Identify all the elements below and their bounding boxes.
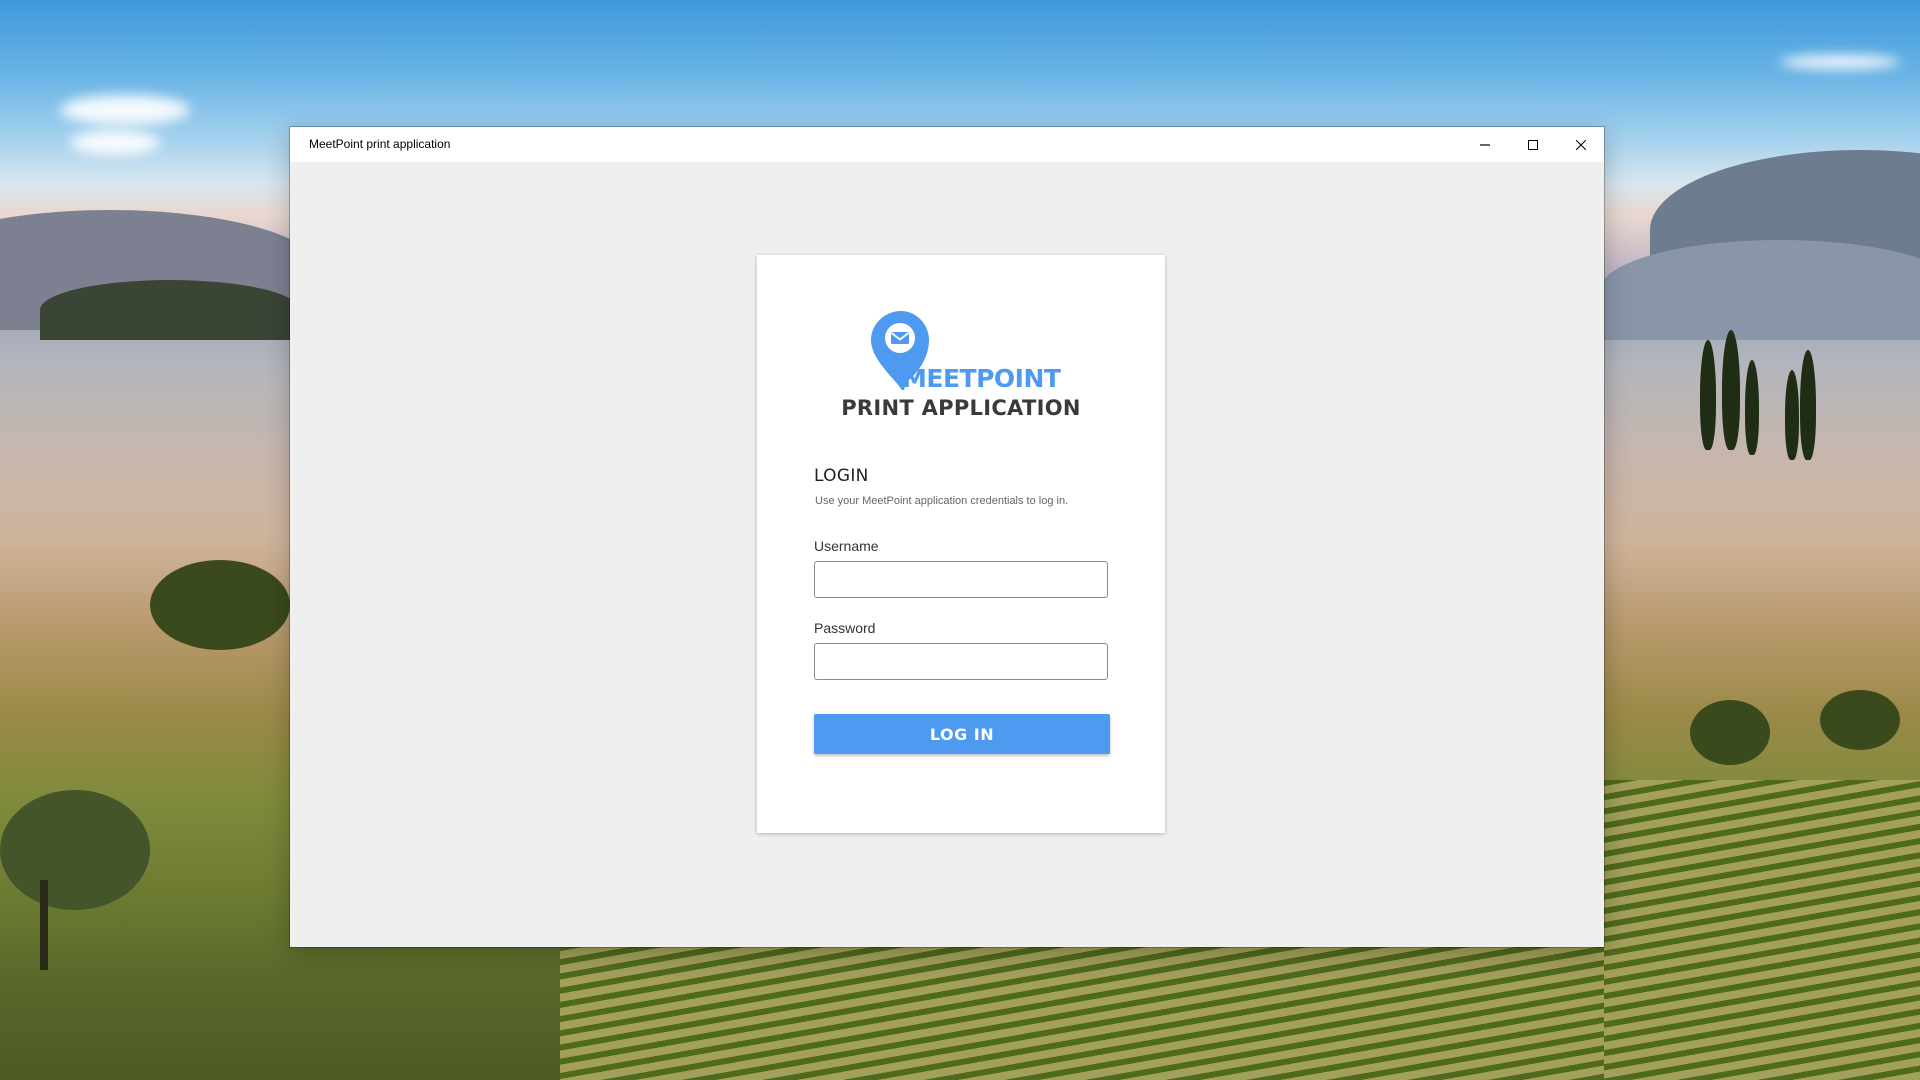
brand-name: MEETPOINT — [902, 364, 1061, 393]
login-heading: LOGIN — [814, 466, 869, 486]
maximize-button[interactable] — [1510, 127, 1556, 162]
title-bar[interactable]: MeetPoint print application — [290, 127, 1604, 162]
close-button[interactable] — [1558, 127, 1604, 162]
login-card: MEETPOINT PRINT APPLICATION LOGIN Use yo… — [757, 255, 1165, 833]
close-icon — [1576, 139, 1586, 150]
username-label: Username — [814, 538, 879, 554]
password-label: Password — [814, 620, 876, 636]
login-description: Use your MeetPoint application credentia… — [815, 495, 1069, 507]
app-window: MeetPoint print application MEETPOINT PR… — [290, 127, 1604, 947]
minimize-button[interactable] — [1462, 127, 1508, 162]
window-title: MeetPoint print application — [309, 137, 451, 151]
brand-subtitle: PRINT APPLICATION — [841, 396, 1081, 420]
minimize-icon — [1480, 143, 1490, 146]
username-input[interactable] — [814, 561, 1108, 598]
maximize-icon — [1528, 139, 1538, 150]
log-in-button[interactable]: LOG IN — [814, 714, 1110, 754]
password-input[interactable] — [814, 643, 1108, 680]
